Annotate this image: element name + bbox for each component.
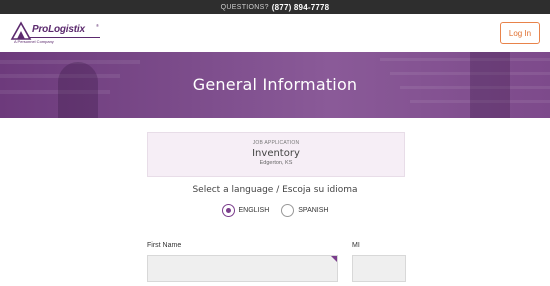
logo-underline [30, 37, 100, 38]
prologistix-logo[interactable]: ProLogistix ® A Personnel Company [10, 20, 102, 46]
job-location: Edgerton, KS [259, 160, 293, 166]
radio-english[interactable] [221, 204, 235, 217]
language-radio-group: ENGLISH SPANISH [0, 204, 550, 217]
logo-registered-mark: ® [96, 23, 99, 28]
job-application-card: JOB APPLICATION Inventory Edgerton, KS [147, 132, 405, 177]
logo-wordmark: ProLogistix [32, 24, 85, 35]
questions-label: QUESTIONS? [220, 3, 269, 11]
hero-bg-shelf [380, 58, 550, 61]
logo-triangle-icon [10, 21, 32, 40]
radio-spanish[interactable] [281, 204, 295, 217]
language-option-spanish[interactable]: SPANISH [281, 204, 328, 217]
login-button[interactable]: Log In [500, 22, 540, 44]
site-header: ProLogistix ® A Personnel Company Log In [0, 14, 550, 52]
phone-number-link[interactable]: (877) 894-7778 [272, 3, 330, 12]
mi-label: MI [352, 242, 360, 249]
job-title: Inventory [252, 148, 300, 159]
language-option-english[interactable]: ENGLISH [221, 204, 270, 217]
logo-tagline: A Personnel Company [14, 39, 54, 44]
top-contact-bar: QUESTIONS? (877) 894-7778 [0, 0, 550, 14]
hero-banner: General Information [0, 52, 550, 118]
language-prompt: Select a language / Escoja su idioma [192, 185, 358, 195]
first-name-input[interactable] [147, 255, 338, 282]
radio-english-label: ENGLISH [238, 207, 270, 214]
first-name-label: First Name [147, 242, 182, 249]
mi-input[interactable] [352, 255, 406, 282]
radio-spanish-label: SPANISH [298, 207, 329, 214]
job-application-label: JOB APPLICATION [252, 140, 300, 146]
page-title: General Information [192, 75, 358, 94]
required-marker [331, 256, 337, 262]
